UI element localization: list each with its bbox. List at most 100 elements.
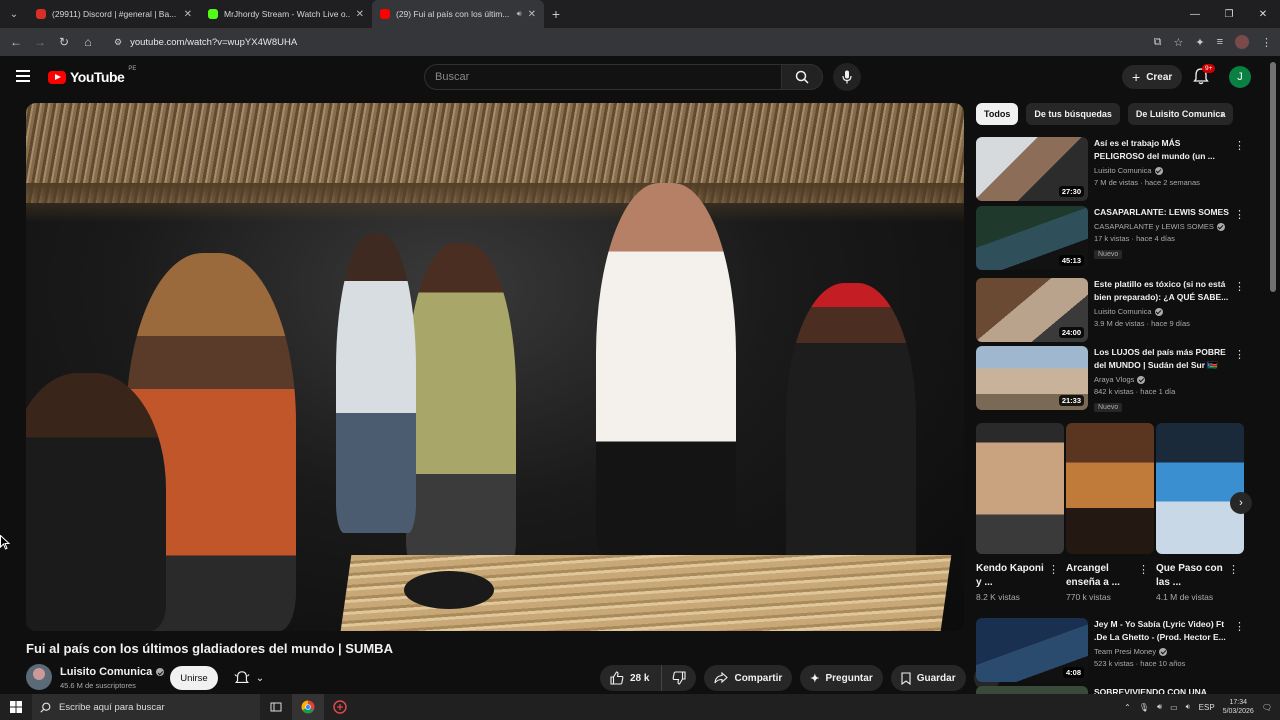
chevron-right-icon[interactable]: › — [1220, 107, 1224, 121]
address-bar[interactable]: ⚙ youtube.com/watch?v=wupYX4W8UHA — [106, 31, 1106, 53]
speaker-tray-icon[interactable]: 🔉︎ — [1186, 702, 1191, 712]
short-item[interactable]: Kendo Kaponi y ... 8.2 K vistas ⋮ — [976, 423, 1064, 602]
system-clock[interactable]: 17:34 5/03/2026 — [1223, 698, 1254, 716]
video-player[interactable] — [26, 103, 964, 631]
recommendation-title[interactable]: Los LUJOS del país más POBRE del MUNDO |… — [1094, 346, 1232, 372]
voice-search-button[interactable] — [833, 63, 861, 91]
close-tab-icon[interactable]: ✕ — [528, 9, 536, 20]
more-vertical-icon[interactable]: ⋮ — [1138, 563, 1149, 576]
browser-tab-kick[interactable]: MrJhordy Stream - Watch Live o... ✕ — [200, 0, 372, 28]
recommendation-item[interactable]: 27:30 Así es el trabajo MÁS PELIGROSO de… — [976, 137, 1246, 201]
video-thumbnail[interactable]: 21:33 — [976, 346, 1088, 410]
minimize-icon[interactable]: — — [1178, 0, 1212, 28]
chip-from-your-searches[interactable]: De tus búsquedas — [1026, 103, 1120, 125]
more-vertical-icon[interactable]: ⋮ — [1234, 280, 1245, 293]
recommendation-title[interactable]: Jey M - Yo Sabía (Lyric Video) Ft .De La… — [1094, 618, 1232, 644]
video-thumbnail[interactable]: 4:08 — [976, 618, 1088, 682]
video-thumbnail[interactable]: 24:00 — [976, 278, 1088, 342]
video-thumbnail[interactable]: 45:13 — [976, 206, 1088, 270]
close-tab-icon[interactable]: ✕ — [184, 9, 192, 20]
dislike-button[interactable] — [661, 665, 697, 691]
youtube-logo[interactable]: YouTube PE — [48, 66, 136, 85]
verified-badge-icon — [1154, 307, 1163, 316]
browser-tab-youtube[interactable]: (29) Fui al país con los últim... 🔊︎ ✕ — [372, 0, 544, 28]
notifications-button[interactable]: 9+ — [1192, 64, 1216, 87]
short-thumbnail[interactable] — [1156, 423, 1244, 554]
share-button[interactable]: Compartir — [704, 665, 793, 691]
recommendation-info: Jey M - Yo Sabía (Lyric Video) Ft .De La… — [1094, 618, 1232, 668]
close-window-icon[interactable]: ✕ — [1246, 0, 1280, 28]
microphone-tray-icon[interactable]: 🎙︎ — [1139, 703, 1149, 712]
short-title[interactable]: Que Paso con las ... — [1156, 562, 1226, 590]
install-app-icon[interactable]: ⧉ — [1154, 36, 1162, 49]
reload-icon[interactable]: ↻ — [52, 30, 76, 54]
forward-icon[interactable]: → — [28, 30, 52, 54]
save-button[interactable]: Guardar — [890, 665, 966, 691]
bookmark-star-icon[interactable]: ☆ — [1173, 36, 1183, 49]
tab-search-icon[interactable]: ⌄ — [0, 0, 28, 28]
notification-center-icon[interactable]: 🗨︎ — [1262, 703, 1272, 712]
recommendation-item[interactable]: 45:13 CASAPARLANTE: LEWIS SOMES CASAPARL… — [976, 206, 1246, 270]
create-button[interactable]: + Crear — [1122, 65, 1183, 89]
reading-list-icon[interactable]: ≡ — [1217, 36, 1223, 48]
profile-avatar[interactable] — [1235, 35, 1249, 49]
short-title[interactable]: Arcangel enseña a ... — [1066, 562, 1136, 590]
short-thumbnail[interactable] — [976, 423, 1064, 554]
short-item[interactable]: Arcangel enseña a ... 770 k vistas ⋮ — [1066, 423, 1154, 602]
chip-all[interactable]: Todos — [976, 103, 1019, 125]
channel-avatar[interactable] — [26, 664, 52, 690]
search-input[interactable]: Buscar — [424, 64, 782, 90]
recommendation-item[interactable]: 4:08 Jey M - Yo Sabía (Lyric Video) Ft .… — [976, 618, 1246, 682]
recommendation-title[interactable]: SOBREVIVIENDO CON UNA — [1094, 686, 1232, 694]
channel-name-link[interactable]: Luisito Comunica — [60, 666, 165, 678]
shorts-next-button[interactable]: › — [1230, 492, 1252, 514]
extensions-icon[interactable]: ✦ — [1195, 36, 1204, 49]
recommendation-title[interactable]: Este platillo es tóxico (si no está bien… — [1094, 278, 1232, 304]
video-thumbnail[interactable] — [976, 686, 1088, 694]
account-avatar[interactable]: J — [1229, 66, 1251, 88]
new-tab-button[interactable]: + — [544, 6, 568, 22]
speaker-icon[interactable]: 🔊︎ — [517, 9, 522, 19]
recommendation-title[interactable]: Así es el trabajo MÁS PELIGROSO del mund… — [1094, 137, 1232, 163]
menu-icon[interactable] — [16, 70, 30, 85]
back-icon[interactable]: ← — [4, 30, 28, 54]
task-view-button[interactable] — [260, 694, 292, 720]
restore-icon[interactable]: ❐ — [1212, 0, 1246, 28]
video-thumbnail[interactable]: 27:30 — [976, 137, 1088, 201]
like-button[interactable]: 28 k — [600, 665, 662, 691]
page-scrollbar[interactable] — [1270, 62, 1276, 292]
search-button[interactable] — [781, 64, 823, 90]
chip-from-channel[interactable]: De Luisito Comunica — [1127, 103, 1234, 125]
short-title[interactable]: Kendo Kaponi y ... — [976, 562, 1046, 590]
close-tab-icon[interactable]: ✕ — [356, 9, 364, 20]
app-taskbar-button[interactable] — [324, 694, 356, 720]
video-frame-figure — [786, 283, 916, 583]
start-button[interactable] — [0, 701, 32, 713]
join-button[interactable]: Unirse — [170, 666, 218, 690]
recommendation-title[interactable]: CASAPARLANTE: LEWIS SOMES — [1094, 206, 1232, 219]
more-vertical-icon[interactable]: ⋮ — [1234, 139, 1245, 152]
more-vertical-icon[interactable]: ⋮ — [1234, 620, 1245, 633]
more-vertical-icon[interactable]: ⋮ — [1228, 563, 1239, 576]
more-vertical-icon[interactable]: ⋮ — [1048, 563, 1059, 576]
video-duration: 4:08 — [1062, 667, 1084, 678]
browser-menu-icon[interactable]: ⋮ — [1261, 36, 1272, 49]
recommendation-item[interactable]: 21:33 Los LUJOS del país más POBRE del M… — [976, 346, 1246, 412]
taskbar-search-input[interactable]: Escribe aquí para buscar — [32, 694, 260, 720]
network-icon[interactable]: ▭ — [1170, 703, 1178, 712]
browser-tab-discord[interactable]: (29911) Discord | #general | Ba... ✕ — [28, 0, 200, 28]
recommendation-item[interactable]: 24:00 Este platillo es tóxico (si no est… — [976, 278, 1246, 342]
ask-button[interactable]: ✦ Preguntar — [800, 665, 883, 691]
subscription-bell-button[interactable]: ⌄ — [226, 666, 272, 690]
chrome-taskbar-button[interactable] — [292, 694, 324, 720]
show-hidden-icons-icon[interactable]: ⌃ — [1124, 703, 1131, 712]
more-vertical-icon[interactable]: ⋮ — [1234, 208, 1245, 221]
short-item[interactable]: Que Paso con las ... 4.1 M de vistas ⋮ — [1156, 423, 1244, 602]
volume-icon[interactable]: 🔊︎ — [1157, 702, 1162, 712]
site-info-icon[interactable]: ⚙ — [114, 37, 122, 48]
recommendation-item[interactable]: SOBREVIVIENDO CON UNA — [976, 686, 1246, 694]
more-vertical-icon[interactable]: ⋮ — [1234, 348, 1245, 361]
home-icon[interactable]: ⌂ — [76, 30, 100, 54]
short-thumbnail[interactable] — [1066, 423, 1154, 554]
input-language[interactable]: ESP — [1199, 703, 1215, 712]
